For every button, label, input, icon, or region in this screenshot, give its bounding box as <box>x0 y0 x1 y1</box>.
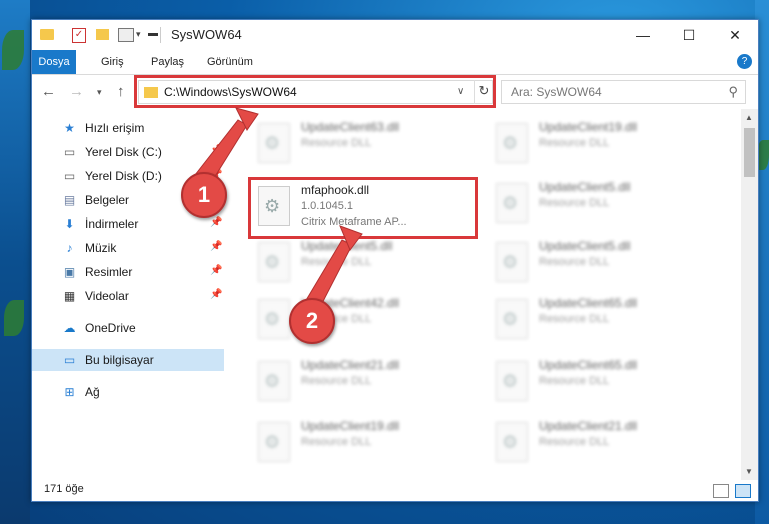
step-badge-2: 2 <box>289 298 335 344</box>
annotation-arrows <box>194 107 363 312</box>
step-badge-1: 1 <box>181 172 227 218</box>
